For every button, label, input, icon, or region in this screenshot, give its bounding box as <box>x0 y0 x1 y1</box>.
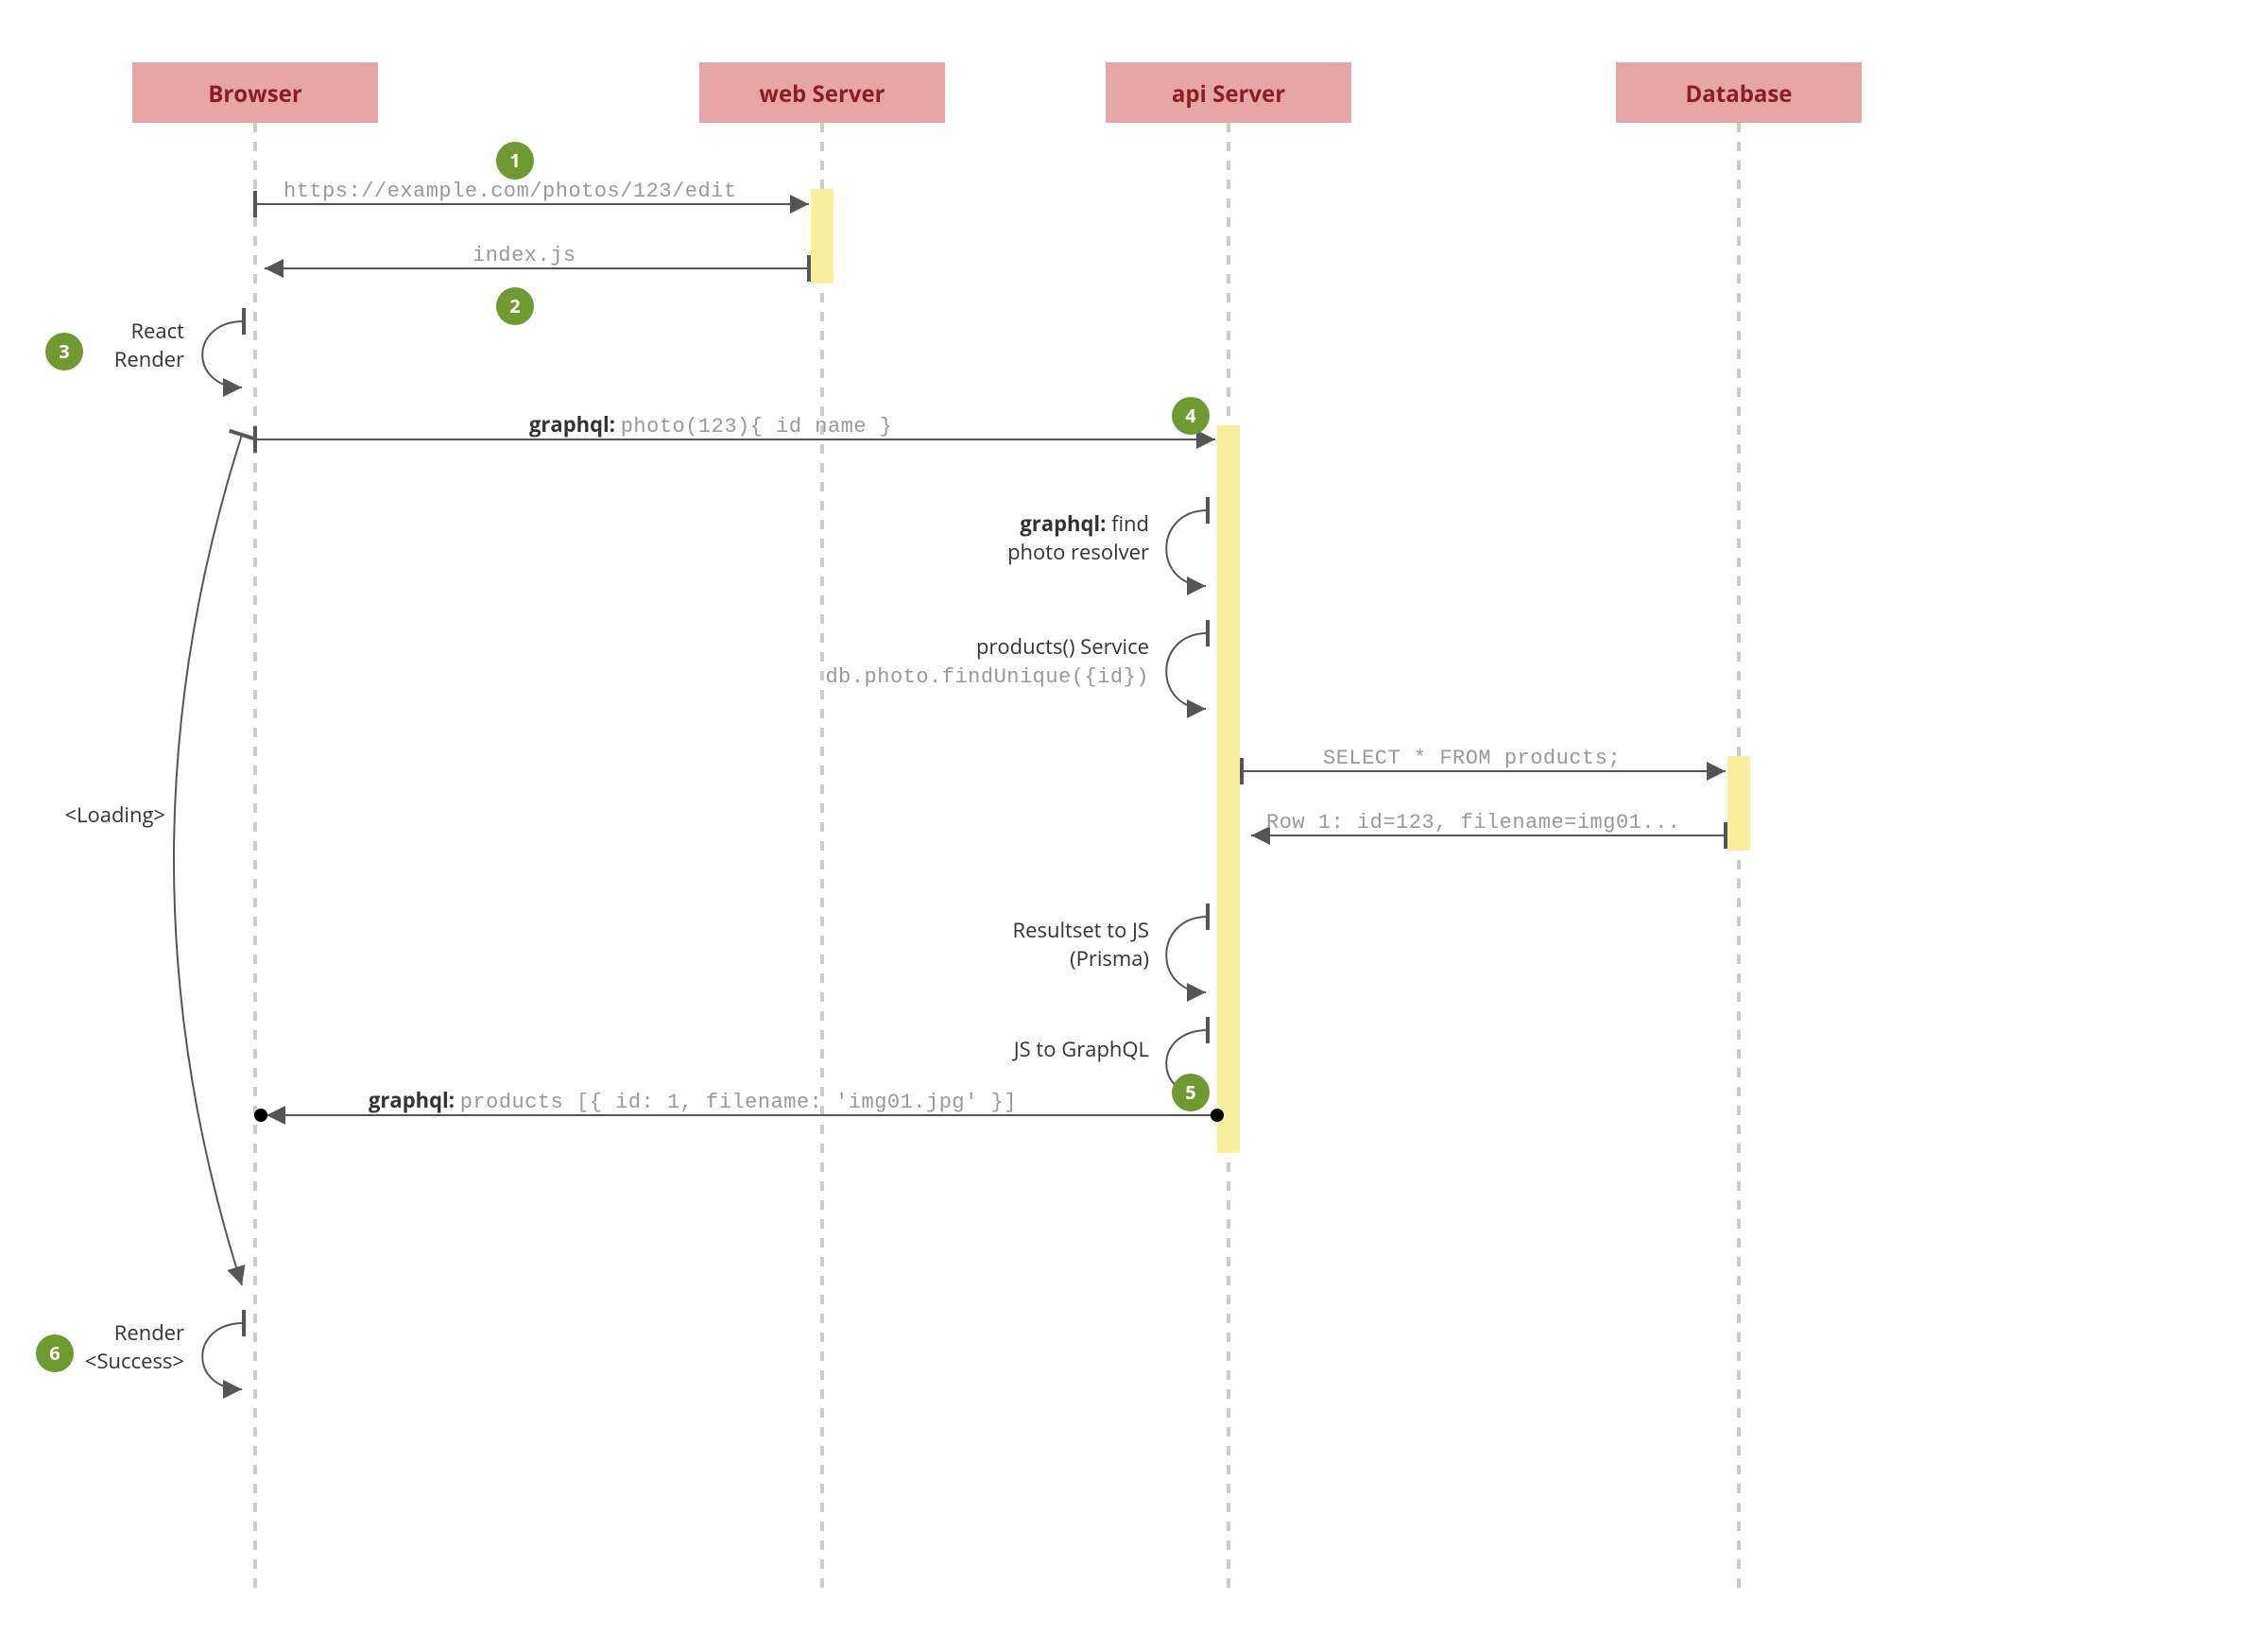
db-query-label: SELECT * FROM products; <box>1323 747 1621 770</box>
msg-loading: <Loading> <box>64 435 242 1285</box>
api-self3-line1: Resultset to JS <box>1013 916 1149 944</box>
msg-db-result: Row 1: id=123, filename=img01... <box>1251 811 1726 835</box>
participant-browser-label: Browser <box>208 78 302 110</box>
msg-api-self3: Resultset to JS (Prisma) <box>1013 916 1208 992</box>
msg-step1: https://example.com/photos/123/edit 1 <box>255 142 809 204</box>
step6-line1: Render <box>114 1318 184 1347</box>
participant-web-label: web Server <box>759 78 885 110</box>
participant-db-label: Database <box>1686 78 1793 110</box>
badge-2: 2 <box>509 293 520 318</box>
badge-5: 5 <box>1185 1079 1195 1105</box>
participant-web: web Server <box>699 62 945 1597</box>
activation-db <box>1727 756 1750 851</box>
msg-step3-self: React Render 3 <box>45 317 244 387</box>
api-self4-label: JS to GraphQL <box>1012 1035 1149 1063</box>
badge-4: 4 <box>1185 403 1196 428</box>
msg-step5: graphql: products [{ id: 1, filename: 'i… <box>254 1074 1224 1122</box>
participant-api-label: api Server <box>1172 78 1285 110</box>
badge-3: 3 <box>59 338 69 364</box>
api-self1-line1: graphql: find <box>1020 509 1149 538</box>
msg-step6-self: Render <Success> 6 <box>36 1318 244 1389</box>
badge-6: 6 <box>49 1340 60 1366</box>
api-self2-line2: db.photo.findUnique({id}) <box>825 665 1149 689</box>
activation-web <box>811 189 833 284</box>
activation-api <box>1217 425 1240 1153</box>
step3-label-line1: React <box>130 317 184 345</box>
badge-1: 1 <box>509 147 520 173</box>
msg-step4: graphql: photo(123){ id name } 4 <box>255 397 1215 439</box>
sequence-diagram: Browser web Server api Server Database h… <box>0 0 2268 1635</box>
msg-api-self2: products() Service db.photo.findUnique({… <box>825 632 1208 709</box>
step6-line2: <Success> <box>85 1347 184 1375</box>
db-result-label: Row 1: id=123, filename=img01... <box>1266 811 1680 835</box>
msg-api-self1: graphql: find photo resolver <box>1007 509 1208 586</box>
msg-step2: index.js 2 <box>265 244 809 325</box>
api-self1-line2: photo resolver <box>1007 538 1149 566</box>
msg-step2-label: index.js <box>472 244 576 267</box>
step3-label-line2: Render <box>114 345 184 373</box>
msg-db-query: SELECT * FROM products; <box>1242 747 1726 771</box>
api-self3-line2: (Prisma) <box>1070 944 1149 972</box>
msg-step1-label: https://example.com/photos/123/edit <box>284 180 737 203</box>
api-self2-line1: products() Service <box>976 632 1149 661</box>
step4-label: graphql: photo(123){ id name } <box>529 410 892 439</box>
loading-label: <Loading> <box>64 800 165 829</box>
step5-label: graphql: products [{ id: 1, filename: 'i… <box>369 1086 1017 1114</box>
